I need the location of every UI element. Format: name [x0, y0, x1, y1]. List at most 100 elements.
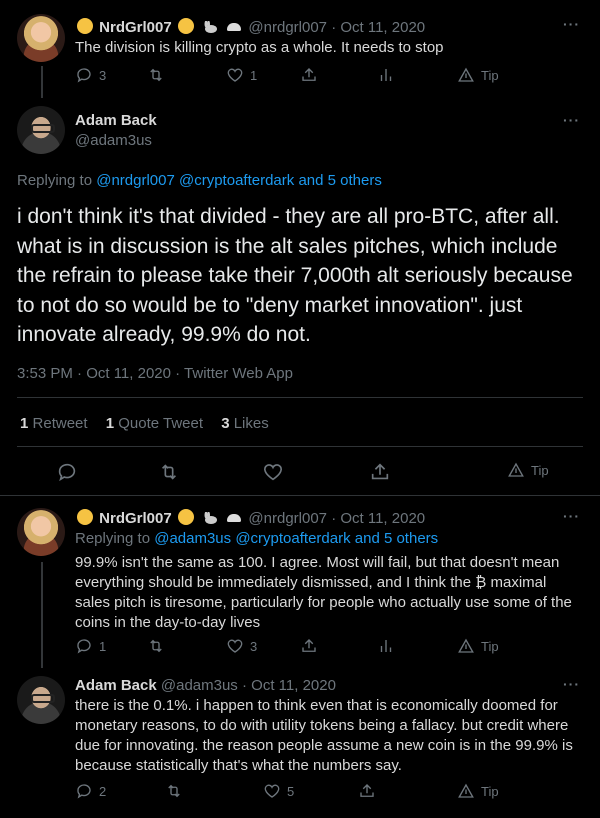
avatar-adam3us[interactable] — [17, 676, 65, 724]
share-button[interactable] — [300, 66, 318, 84]
replying-to-label: Replying to — [75, 530, 151, 547]
engagement-stats: 1 Retweet 1 Quote Tweet 3 Likes — [20, 415, 269, 432]
dot-separator: · — [241, 677, 247, 694]
like-button[interactable] — [262, 461, 284, 483]
dot-separator: · — [331, 19, 337, 36]
main-replying-to: Replying to @nrdgrl007 @cryptoafterdark … — [17, 172, 382, 189]
like-button[interactable]: 1 — [226, 66, 257, 84]
main-tweet-text: i don't think it's that divided - they a… — [17, 205, 573, 346]
divider — [17, 397, 583, 398]
share-icon — [300, 66, 318, 84]
reply-button[interactable]: 2 — [75, 782, 106, 800]
like-count: 3 — [250, 638, 258, 654]
retweet-button[interactable] — [158, 461, 180, 483]
likes-count: 3 — [221, 415, 230, 432]
retweet-button[interactable] — [147, 66, 165, 84]
tip-icon — [457, 66, 475, 84]
heart-icon — [262, 461, 284, 483]
reply2-author-name[interactable]: Adam Back — [75, 677, 157, 694]
reply1-handle[interactable]: @nrdgrl007 — [248, 510, 327, 527]
reply2-header: Adam Back @adam3us · Oct 11, 2020 — [75, 677, 336, 694]
reply-icon — [56, 461, 78, 483]
tweet1-date[interactable]: Oct 11, 2020 — [340, 19, 425, 36]
tip-label: Tip — [481, 783, 499, 799]
main-author-name[interactable]: Adam Back — [75, 112, 157, 129]
rabbit-emoji — [204, 512, 218, 524]
share-icon — [300, 637, 318, 655]
hat-emoji — [227, 514, 242, 522]
reply-count: 3 — [99, 67, 107, 83]
reply-icon — [75, 637, 93, 655]
retweet-icon — [165, 782, 183, 800]
reply2-handle[interactable]: @adam3us — [161, 677, 238, 694]
main-handle[interactable]: @adam3us — [75, 132, 152, 149]
hat-emoji — [227, 23, 242, 31]
main-timestamp[interactable]: 3:53 PM · Oct 11, 2020 · Twitter Web App — [17, 365, 293, 382]
tweet1-author-name[interactable]: NrdGrl007 — [99, 19, 172, 36]
tip-label: Tip — [481, 67, 499, 83]
reply-icon — [75, 66, 93, 84]
reply-button[interactable]: 1 — [75, 637, 106, 655]
more-options-icon[interactable]: ··· — [563, 676, 580, 692]
share-button[interactable] — [300, 637, 318, 655]
like-button[interactable]: 3 — [226, 637, 257, 655]
like-count: 1 — [250, 67, 258, 83]
divider — [0, 495, 600, 496]
retweets-stat[interactable]: 1 Retweet — [20, 415, 92, 432]
share-button[interactable] — [369, 461, 391, 483]
more-options-icon[interactable]: ··· — [563, 16, 580, 32]
heart-icon — [226, 66, 244, 84]
analytics-button[interactable] — [377, 66, 395, 84]
tip-icon — [457, 782, 475, 800]
avatar-nrdgrl007[interactable] — [17, 508, 65, 556]
analytics-button[interactable] — [377, 637, 395, 655]
tip-button[interactable]: Tip — [457, 66, 499, 84]
tweet1-header: NrdGrl007 @nrdgrl007 · Oct 11, 2020 — [75, 18, 425, 36]
reply1-text: 99.9% isn't the same as 100. I agree. Mo… — [75, 554, 572, 631]
avatar-adam3us[interactable] — [17, 106, 65, 154]
retweet-button[interactable] — [147, 637, 165, 655]
reply2-date[interactable]: Oct 11, 2020 — [251, 677, 336, 694]
hugging-face-emoji — [177, 18, 194, 34]
more-options-icon[interactable]: ··· — [563, 508, 580, 524]
reply-button[interactable] — [56, 461, 78, 483]
tip-button[interactable]: Tip — [457, 782, 499, 800]
reply-button[interactable]: 3 — [75, 66, 106, 84]
retweet-icon — [158, 461, 180, 483]
tip-label: Tip — [531, 462, 549, 478]
thread-line — [41, 66, 43, 98]
heart-icon — [226, 637, 244, 655]
tip-icon — [507, 461, 525, 479]
quote-tweets-stat[interactable]: 1 Quote Tweet — [106, 415, 207, 432]
replying-to-label: Replying to — [17, 172, 93, 189]
more-options-icon[interactable]: ··· — [563, 112, 580, 128]
retweets-label: Retweet — [32, 415, 88, 432]
reply1-date[interactable]: Oct 11, 2020 — [340, 510, 425, 527]
replying-to-users[interactable]: @adam3us @cryptoafterdark — [154, 530, 350, 547]
replying-to-others[interactable]: and 5 others — [355, 530, 438, 547]
reply-count: 2 — [99, 783, 107, 799]
replying-to-users[interactable]: @nrdgrl007 @cryptoafterdark — [96, 172, 294, 189]
like-button[interactable]: 5 — [263, 782, 294, 800]
retweets-count: 1 — [20, 415, 29, 432]
like-count: 5 — [287, 783, 295, 799]
share-icon — [369, 461, 391, 483]
reply1-header: NrdGrl007 @nrdgrl007 · Oct 11, 2020 — [75, 509, 425, 527]
divider — [17, 446, 583, 447]
tweet1-text: The division is killing crypto as a whol… — [75, 39, 444, 56]
hugging-face-emoji — [77, 18, 93, 34]
tweet1-handle[interactable]: @nrdgrl007 — [248, 19, 327, 36]
share-button[interactable] — [358, 782, 376, 800]
likes-stat[interactable]: 3 Likes — [221, 415, 269, 432]
avatar-nrdgrl007[interactable] — [17, 14, 65, 62]
thread-line — [41, 562, 43, 668]
reply1-author-name[interactable]: NrdGrl007 — [99, 510, 172, 527]
quotes-count: 1 — [105, 415, 115, 432]
retweet-button[interactable] — [165, 782, 183, 800]
share-icon — [358, 782, 376, 800]
reply1-replying-to: Replying to @adam3us @cryptoafterdark an… — [75, 530, 438, 547]
retweet-icon — [147, 637, 165, 655]
tip-button[interactable]: Tip — [457, 637, 499, 655]
replying-to-others[interactable]: and 5 others — [298, 172, 381, 189]
tip-button[interactable]: Tip — [507, 461, 549, 479]
